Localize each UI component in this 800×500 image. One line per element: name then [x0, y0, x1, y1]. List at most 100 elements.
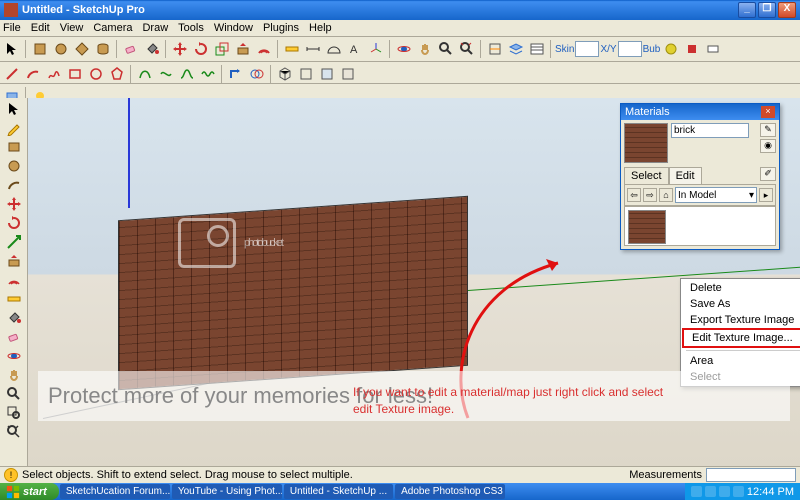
taskbar-item-1[interactable]: SketchUcation Forum... [60, 484, 170, 499]
text-tool-icon[interactable]: A [345, 39, 365, 59]
arc-tool-icon[interactable] [23, 64, 43, 84]
pushpull-icon[interactable] [2, 252, 26, 270]
menu-window[interactable]: Window [214, 22, 253, 34]
taskbar-item-3[interactable]: Untitled - SketchUp ... [284, 484, 393, 499]
right-view-icon[interactable] [338, 64, 358, 84]
freehand-tool-icon[interactable] [44, 64, 64, 84]
protractor-tool-icon[interactable] [324, 39, 344, 59]
materials-panel-titlebar[interactable]: Materials × [621, 104, 779, 120]
dimension-tool-icon[interactable] [303, 39, 323, 59]
ctx-export-texture[interactable]: Export Texture Image [682, 312, 800, 328]
minimize-button[interactable]: _ [738, 2, 756, 18]
tape-tool-icon[interactable] [282, 39, 302, 59]
create-material-icon[interactable]: ✎ [760, 123, 776, 137]
paint-bucket-icon[interactable] [142, 39, 162, 59]
menu-file[interactable]: File [3, 22, 21, 34]
zoom-icon[interactable] [2, 385, 26, 403]
spline-tool-icon[interactable] [177, 64, 197, 84]
material-name-input[interactable] [671, 123, 749, 138]
zoom-tool-icon[interactable] [436, 39, 456, 59]
line-tool-icon[interactable] [2, 64, 22, 84]
top-view-icon[interactable] [296, 64, 316, 84]
tray-icon[interactable] [733, 486, 744, 497]
menu-tools[interactable]: Tools [178, 22, 204, 34]
toggle-icon[interactable] [703, 39, 723, 59]
details-icon[interactable]: ▸ [759, 188, 773, 202]
tray-icon[interactable] [705, 486, 716, 497]
curve-tool-icon[interactable] [156, 64, 176, 84]
dropper-icon[interactable]: ✐ [760, 167, 776, 181]
intersect-icon[interactable] [247, 64, 267, 84]
home-icon[interactable]: ⌂ [659, 188, 673, 202]
pan-icon[interactable] [2, 366, 26, 384]
material-thumb-brick[interactable] [628, 210, 666, 244]
pushpull-tool-icon[interactable] [233, 39, 253, 59]
pencil-icon[interactable] [2, 119, 26, 137]
wave-tool-icon[interactable] [198, 64, 218, 84]
taskbar-item-4[interactable]: Adobe Photoshop CS3 [395, 484, 505, 499]
section-tool-icon[interactable] [485, 39, 505, 59]
circle2-tool-icon[interactable] [86, 64, 106, 84]
orbit-tool-icon[interactable] [394, 39, 414, 59]
rotate-icon[interactable] [2, 214, 26, 232]
materials-close-icon[interactable]: × [761, 106, 775, 118]
select-tool-icon[interactable] [2, 39, 22, 59]
scale-tool-icon[interactable] [212, 39, 232, 59]
skin-label[interactable]: Skin [555, 44, 574, 55]
polygon-tool-icon[interactable] [72, 39, 92, 59]
bub-label[interactable]: Bub [643, 44, 661, 55]
menu-camera[interactable]: Camera [93, 22, 132, 34]
ctx-area[interactable]: Area [682, 353, 800, 369]
menu-view[interactable]: View [60, 22, 84, 34]
menu-help[interactable]: Help [309, 22, 332, 34]
scale2-icon[interactable] [2, 233, 26, 251]
paint-icon[interactable] [2, 309, 26, 327]
select-icon[interactable] [2, 100, 26, 118]
layers-icon[interactable] [506, 39, 526, 59]
clock[interactable]: 12:44 PM [747, 486, 794, 498]
materials-panel[interactable]: Materials × ✎ ◉ Select Edit ✐ ⇦ [620, 103, 780, 250]
close-button[interactable]: X [778, 2, 796, 18]
skin-y-input[interactable] [618, 41, 642, 57]
ctx-delete[interactable]: Delete [682, 280, 800, 296]
follow-me-icon[interactable] [226, 64, 246, 84]
orbit-icon[interactable] [2, 347, 26, 365]
viewport[interactable]: photobucket Materials × ✎ ◉ Select [28, 98, 800, 466]
outliner-icon[interactable] [527, 39, 547, 59]
tape-icon[interactable] [2, 290, 26, 308]
materials-tab-select[interactable]: Select [624, 167, 669, 184]
start-button[interactable]: start [0, 483, 59, 500]
front-view-icon[interactable] [317, 64, 337, 84]
bezier-tool-icon[interactable] [135, 64, 155, 84]
tray-icon[interactable] [691, 486, 702, 497]
circle-tool-icon[interactable] [51, 39, 71, 59]
measurements-input[interactable] [706, 468, 796, 482]
move-tool-icon[interactable] [170, 39, 190, 59]
axes-tool-icon[interactable] [366, 39, 386, 59]
nav-fwd-icon[interactable]: ⇨ [643, 188, 657, 202]
eraser-tool-icon[interactable] [121, 39, 141, 59]
nav-back-icon[interactable]: ⇦ [627, 188, 641, 202]
pan-tool-icon[interactable] [415, 39, 435, 59]
menu-draw[interactable]: Draw [142, 22, 168, 34]
zoom-extents2-icon[interactable] [2, 423, 26, 441]
maximize-button[interactable]: ❐ [758, 2, 776, 18]
taskbar-item-2[interactable]: YouTube - Using Phot... [172, 484, 282, 499]
system-tray[interactable]: 12:44 PM [685, 483, 800, 500]
skin-x-input[interactable] [575, 41, 599, 57]
rectangle-icon[interactable] [2, 138, 26, 156]
offset-icon[interactable] [2, 271, 26, 289]
rotate-tool-icon[interactable] [191, 39, 211, 59]
materials-library-dropdown[interactable]: In Model [675, 187, 757, 203]
ctx-save-as[interactable]: Save As [682, 296, 800, 312]
brick-wall-model[interactable] [118, 196, 468, 390]
menu-edit[interactable]: Edit [31, 22, 50, 34]
circle-icon[interactable] [2, 157, 26, 175]
shape-tool-icon[interactable] [30, 39, 50, 59]
offset-tool-icon[interactable] [254, 39, 274, 59]
iso-view-icon[interactable] [275, 64, 295, 84]
color-picker-icon[interactable]: ◉ [760, 139, 776, 153]
arc-icon[interactable] [2, 176, 26, 194]
zoom-extents-icon[interactable] [457, 39, 477, 59]
move-icon[interactable] [2, 195, 26, 213]
